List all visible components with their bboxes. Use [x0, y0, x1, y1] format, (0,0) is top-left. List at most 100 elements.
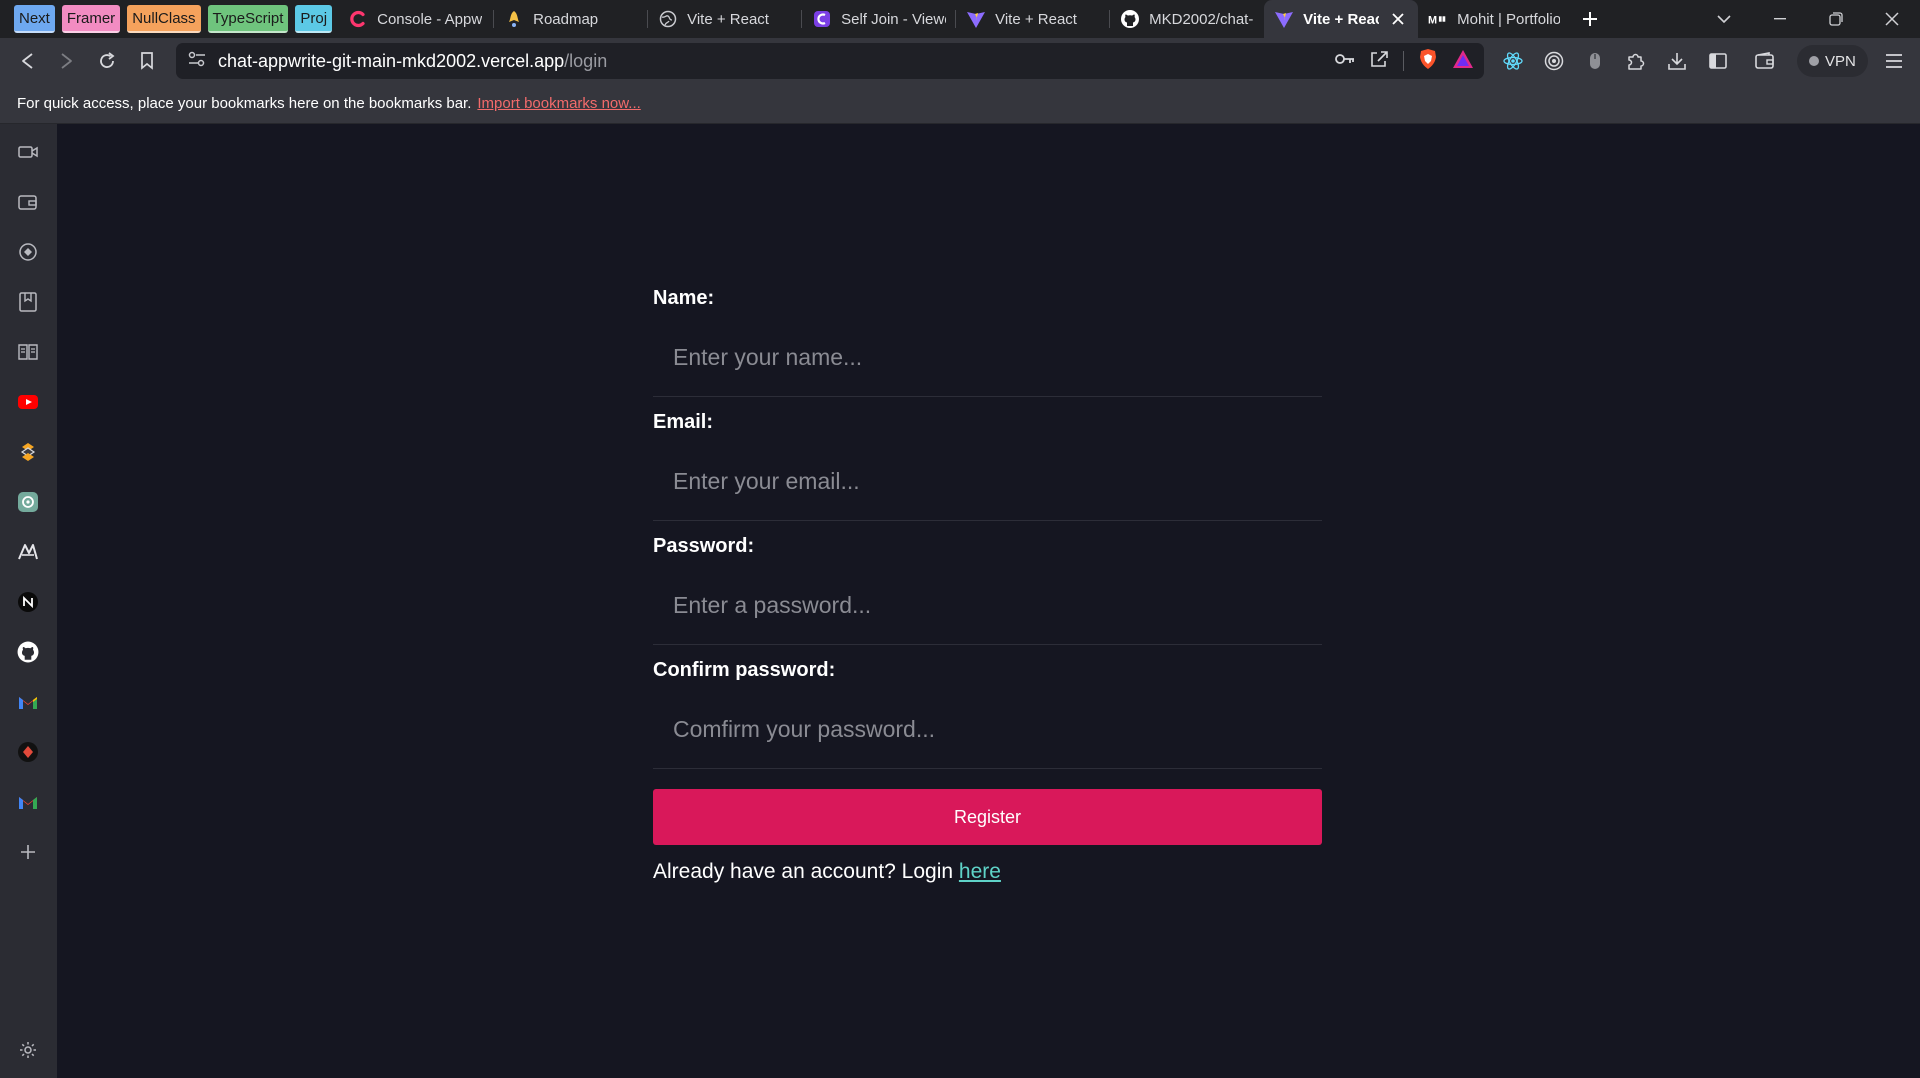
url-host: chat-appwrite-git-main-mkd2002.vercel.ap… [218, 50, 565, 71]
web-page: Name: Email: Password: Confirm password:… [57, 124, 1920, 1078]
chatgpt-icon[interactable] [14, 488, 42, 516]
bookmark-icon[interactable] [127, 41, 167, 81]
vite-icon [1274, 9, 1294, 29]
address-bar-actions [1335, 43, 1474, 79]
video-icon[interactable] [14, 138, 42, 166]
login-prompt: Already have an account? Login here [653, 860, 1322, 884]
pinned-tab-typescript[interactable]: TypeScript [207, 5, 289, 33]
register-form: Name: Email: Password: Confirm password:… [653, 286, 1322, 884]
github-icon [1120, 9, 1140, 29]
tab-mohit-portfolio[interactable]: M Mohit | Portfolio [1418, 0, 1570, 38]
pinned-tab-framer[interactable]: Framer [61, 5, 121, 33]
minimize-button[interactable] [1752, 0, 1808, 38]
pinned-tab-nullclass[interactable]: NullClass [127, 5, 201, 33]
tab-self-join[interactable]: Self Join - Viewe [802, 0, 957, 38]
confirm-password-label: Confirm password: [653, 659, 836, 681]
tab-github-mkd2002[interactable]: MKD2002/chat-a [1110, 0, 1264, 38]
email-input[interactable] [653, 443, 1322, 521]
login-prompt-text: Already have an account? Login [653, 860, 954, 883]
brave-rewards-icon[interactable] [1452, 49, 1474, 74]
tab-title: Console - Appw [377, 10, 483, 28]
vpn-button[interactable]: VPN [1797, 45, 1868, 77]
notion-icon[interactable] [14, 588, 42, 616]
vite-icon [966, 9, 986, 29]
tab-strip: Next Framer NullClass TypeScript Proj Co… [0, 0, 1920, 38]
tab-roadmap[interactable]: Roadmap [494, 0, 649, 38]
pinned-tab-proj[interactable]: Proj [295, 5, 333, 33]
tab-search-chevron-icon[interactable] [1696, 0, 1752, 38]
vpn-status-icon [1809, 56, 1819, 66]
divider [1403, 51, 1404, 71]
tab-title: MKD2002/chat-a [1149, 10, 1255, 28]
login-here-link[interactable]: here [959, 860, 1001, 883]
forward-button[interactable] [47, 41, 87, 81]
confirm-password-input[interactable] [653, 691, 1322, 769]
gmail-icon[interactable] [14, 688, 42, 716]
window-controls [1696, 0, 1920, 38]
close-tab-icon[interactable] [1388, 9, 1408, 29]
share-icon[interactable] [1369, 50, 1389, 73]
tab-title: Vite + React [995, 10, 1077, 28]
address-bar[interactable]: chat-appwrite-git-main-mkd2002.vercel.ap… [176, 43, 1484, 79]
reload-button[interactable] [87, 41, 127, 81]
add-sidebar-item-icon[interactable] [14, 838, 42, 866]
tab-title: Mohit | Portfolio [1457, 10, 1561, 28]
tab-console-appwrite[interactable]: Console - Appw [338, 0, 495, 38]
import-bookmarks-link[interactable]: Import bookmarks now... [477, 95, 640, 112]
tab-vite-react-active[interactable]: Vite + Reac [1264, 0, 1419, 38]
tab-vite-react-1[interactable]: Vite + React [648, 0, 803, 38]
browser-sidebar [0, 124, 57, 1078]
pinned-tab-next[interactable]: Next [14, 5, 55, 33]
tab-title: Self Join - Viewe [841, 10, 947, 28]
back-button[interactable] [7, 41, 47, 81]
email-label: Email: [653, 411, 714, 433]
url-text: chat-appwrite-git-main-mkd2002.vercel.ap… [218, 51, 607, 72]
sidebar-settings-gear-icon[interactable] [14, 1036, 42, 1064]
download-icon[interactable] [1660, 41, 1693, 81]
register-button[interactable]: Register [653, 789, 1322, 845]
brave-news-icon[interactable] [14, 438, 42, 466]
tab-vite-react-2[interactable]: Vite + React [956, 0, 1111, 38]
mohit-icon: M [1428, 9, 1448, 29]
globe-icon [658, 9, 678, 29]
new-tab-button[interactable] [1570, 0, 1610, 38]
appwrite-icon [348, 9, 368, 29]
youtube-icon[interactable] [14, 388, 42, 416]
wallet-sidebar-icon[interactable] [14, 188, 42, 216]
extensions-puzzle-icon[interactable] [1619, 41, 1652, 81]
password-key-icon[interactable] [1335, 52, 1355, 70]
name-label: Name: [653, 287, 715, 309]
gmail-icon-2[interactable] [14, 788, 42, 816]
self-join-icon [812, 9, 832, 29]
password-label: Password: [653, 535, 755, 557]
bookmarks-prompt: For quick access, place your bookmarks h… [17, 95, 472, 112]
mouse-extension-icon[interactable] [1578, 41, 1611, 81]
site-settings-icon[interactable] [188, 51, 206, 72]
close-window-button[interactable] [1864, 0, 1920, 38]
react-devtools-icon[interactable] [1496, 41, 1529, 81]
bookmarks-icon[interactable] [14, 288, 42, 316]
brave-shields-icon[interactable] [1418, 48, 1438, 75]
restore-button[interactable] [1808, 0, 1864, 38]
tab-title: Vite + React [687, 10, 769, 28]
extensions-area [1496, 38, 1781, 84]
tab-title: Roadmap [533, 10, 599, 28]
url-path: /login [564, 50, 608, 71]
chat-icon[interactable] [14, 238, 42, 266]
wallet-icon[interactable] [1748, 41, 1781, 81]
name-input[interactable] [653, 319, 1322, 397]
appwrite-sidebar-icon[interactable] [14, 538, 42, 566]
tab-title: Vite + Reac [1303, 10, 1380, 28]
password-input[interactable] [653, 567, 1322, 645]
reading-list-icon[interactable] [14, 338, 42, 366]
sidebar-toggle-icon[interactable] [1701, 41, 1734, 81]
pinned-tabs: Next Framer NullClass TypeScript Proj [0, 0, 333, 38]
roadmap-icon [504, 9, 524, 29]
bookmarks-bar: For quick access, place your bookmarks h… [0, 84, 1920, 124]
vpn-label: VPN [1825, 52, 1856, 70]
svg-text:M: M [1428, 15, 1437, 26]
github-sidebar-icon[interactable] [14, 638, 42, 666]
main-menu-icon[interactable] [1874, 41, 1914, 81]
target-extension-icon[interactable] [1537, 41, 1570, 81]
app-shortcut-icon[interactable] [14, 738, 42, 766]
